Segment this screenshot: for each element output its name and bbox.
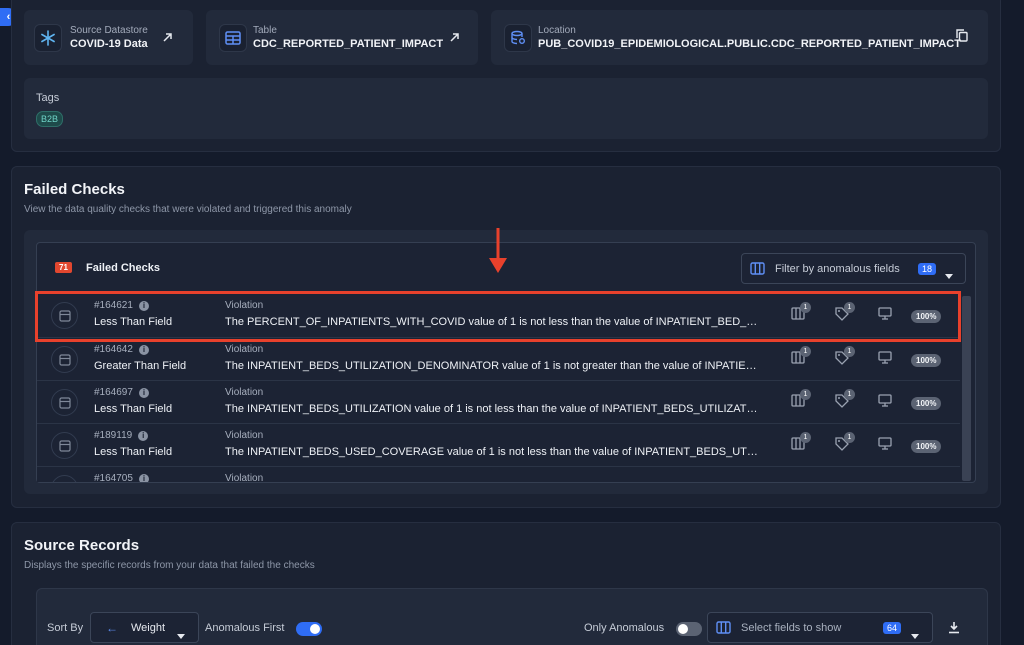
check-type: Greater Than Field [94,360,187,372]
source-datastore-value[interactable]: COVID-19 Data [70,38,148,50]
check-id: #189119 [94,430,133,441]
select-fields-label: Select fields to show [741,622,842,634]
location-value[interactable]: PUB_COVID19_EPIDEMIOLOGICAL.PUBLIC.CDC_R… [538,38,961,50]
check-type-icon [51,346,78,373]
violation-text: The INPATIENT_BEDS_USED_COVERAGE value o… [225,446,759,458]
chevron-left-icon: ‹ [6,11,11,23]
columns-icon[interactable]: 1 [791,432,811,455]
source-datastore-card: Source Datastore COVID-19 Data [24,10,193,65]
annotation-arrow-icon [488,228,508,279]
chevron-down-icon [911,626,919,644]
violation-label: Violation [225,387,264,398]
tag-icon[interactable]: 1 [835,346,855,370]
failed-check-row[interactable]: #164705 i Violation [37,466,960,482]
table-value[interactable]: CDC_REPORTED_PATIENT_IMPACT [253,38,443,50]
columns-icon[interactable]: 1 [791,346,811,369]
failed-check-row[interactable]: #164642 i Greater Than Field Violation Th… [37,337,960,380]
only-anomalous-toggle[interactable] [676,622,702,636]
violation-label: Violation [225,473,264,482]
field-count-bubble: 1 [800,432,811,443]
location-label: Location [538,25,576,36]
filter-label: Filter by anomalous fields [775,263,900,275]
field-count-bubble: 1 [800,346,811,357]
failed-checks-header-label: Failed Checks [86,262,160,274]
failed-checks-count-badge: 71 [55,262,72,273]
tags-label: Tags [36,92,60,104]
snowflake-icon [34,24,62,52]
database-location-icon [504,24,532,52]
tag-icon[interactable]: 1 [835,389,855,413]
check-type: Less Than Field [94,446,173,458]
violation-text: The INPATIENT_BEDS_UTILIZATION_DENOMINAT… [225,360,759,372]
tag-icon[interactable]: 1 [835,432,855,456]
fields-count-badge: 64 [883,622,902,634]
weight-percent-badge: 100% [911,440,942,453]
columns-icon [716,621,731,639]
table-label: Table [253,25,277,36]
external-link-icon[interactable] [449,30,460,48]
filter-count-badge: 18 [918,263,937,275]
copy-icon[interactable] [956,29,968,47]
table-icon [219,24,247,52]
table-card: Table CDC_REPORTED_PATIENT_IMPACT [206,10,478,65]
anomalous-fields-filter[interactable]: Filter by anomalous fields 18 [741,253,966,284]
check-id: #164705 [94,473,133,482]
source-datastore-label: Source Datastore [70,25,148,36]
columns-icon [750,262,765,280]
chevron-down-icon [945,266,953,284]
location-card: Location PUB_COVID19_EPIDEMIOLOGICAL.PUB… [491,10,988,65]
columns-icon[interactable]: 1 [791,389,811,412]
external-link-icon[interactable] [162,30,173,48]
tag-count-bubble: 1 [844,432,855,443]
violation-text: The INPATIENT_BEDS_UTILIZATION value of … [225,403,759,415]
field-count-bubble: 1 [800,389,811,400]
weight-percent-badge: 100% [911,354,942,367]
violation-label: Violation [225,430,264,441]
failed-check-row[interactable]: #189119 i Less Than Field Violation The I… [37,423,960,466]
check-type-icon [51,475,78,482]
sort-select[interactable]: ← Weight [90,612,199,643]
tags-card: Tags B2B [24,78,988,139]
check-id: #164697 [94,387,133,398]
tag-count-bubble: 1 [844,389,855,400]
weight-percent-badge: 100% [911,397,942,410]
info-icon[interactable]: i [138,473,149,482]
info-icon[interactable]: i [138,430,149,441]
check-id: #164642 [94,344,133,355]
failed-checks-title: Failed Checks [24,181,125,198]
select-fields-dropdown[interactable]: Select fields to show 64 [707,612,933,643]
monitor-icon[interactable] [878,351,892,369]
anomalous-first-toggle[interactable] [296,622,322,636]
check-type-icon [51,432,78,459]
tag-count-bubble: 1 [844,346,855,357]
download-icon[interactable] [948,621,960,639]
info-icon[interactable]: i [138,387,149,398]
anomalous-first-label: Anomalous First [205,622,285,634]
info-icon[interactable]: i [138,344,149,355]
source-records-subtitle: Displays the specific records from your … [24,560,315,571]
sort-by-label: Sort By [47,622,84,634]
monitor-icon[interactable] [878,394,892,412]
check-type-icon [51,389,78,416]
monitor-icon[interactable] [878,437,892,455]
sort-value: Weight [131,622,166,634]
source-records-title: Source Records [24,537,140,554]
highlight-box [35,291,961,342]
only-anomalous-label: Only Anomalous [584,622,665,634]
chevron-down-icon [177,626,185,644]
arrow-left-icon: ← [106,621,118,635]
failed-checks-subtitle: View the data quality checks that were v… [24,204,352,215]
tag-badge[interactable]: B2B [36,111,64,127]
list-scrollbar[interactable] [962,296,971,481]
violation-label: Violation [225,344,264,355]
failed-check-row[interactable]: #164697 i Less Than Field Violation The I… [37,380,960,423]
check-type: Less Than Field [94,403,173,415]
